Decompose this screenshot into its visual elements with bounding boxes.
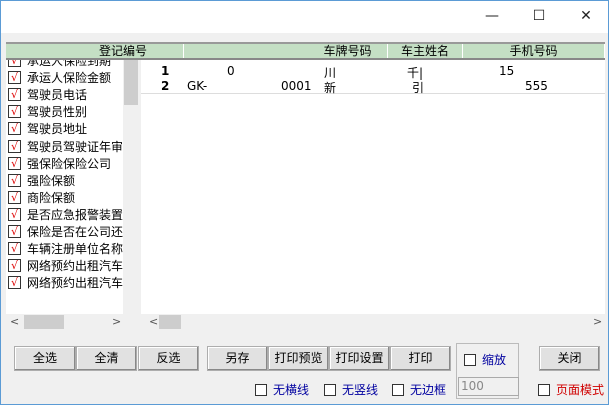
data-grid[interactable]: 1 0 川 千| 15 2 GK- 0001 新 引 555: [141, 60, 605, 314]
column-header-reg-no[interactable]: 登记编号: [6, 44, 184, 58]
scroll-thumb[interactable]: [124, 60, 138, 105]
cell-phone[interactable]: 15: [499, 64, 514, 78]
field-list-hscrollbar[interactable]: < >: [6, 314, 139, 331]
no-vlines-checkbox[interactable]: 无竖线: [324, 381, 378, 398]
checkbox-box[interactable]: [255, 383, 267, 396]
title-bar: — ☐ ✕: [1, 1, 608, 33]
no-vlines-label: 无竖线: [342, 383, 379, 397]
check-icon[interactable]: √: [8, 60, 21, 67]
field-label: 强保险保险公司: [27, 156, 112, 171]
invert-selection-button[interactable]: 反选: [138, 346, 199, 371]
field-list-vscrollbar[interactable]: [123, 60, 139, 314]
field-label: 驾驶员性别: [27, 105, 88, 120]
check-icon[interactable]: √: [8, 88, 21, 102]
grid-hscrollbar[interactable]: < >: [143, 314, 605, 331]
field-label: 承运人保险金额: [27, 71, 112, 86]
zoom-checkbox[interactable]: 缩放: [464, 351, 506, 368]
check-icon[interactable]: √: [8, 122, 21, 136]
check-icon[interactable]: √: [8, 207, 21, 221]
maximize-button[interactable]: ☐: [516, 1, 562, 31]
field-label: 商险保额: [27, 190, 76, 205]
field-list-item[interactable]: √ 强保险保险公司: [8, 155, 111, 172]
field-list-item[interactable]: √ 驾驶员地址: [8, 120, 87, 137]
check-icon[interactable]: √: [8, 139, 21, 153]
field-list-item[interactable]: √ 保险是否在公司还: [8, 223, 123, 240]
check-icon[interactable]: √: [8, 259, 21, 273]
scroll-left-icon[interactable]: <: [149, 315, 158, 328]
checkbox-box[interactable]: [464, 353, 476, 366]
field-label: 驾驶员电话: [27, 88, 88, 103]
scroll-thumb[interactable]: [159, 315, 181, 329]
field-list-item[interactable]: √ 商险保额: [8, 189, 75, 206]
print-button[interactable]: 打印: [390, 346, 451, 371]
scroll-right-icon[interactable]: >: [593, 315, 602, 328]
scroll-right-icon[interactable]: >: [112, 315, 121, 328]
check-icon[interactable]: √: [8, 105, 21, 119]
field-list-item[interactable]: √ 驾驶员性别: [8, 103, 87, 120]
checkbox-box[interactable]: [392, 383, 404, 396]
field-list-item[interactable]: √ 车辆注册单位名称: [8, 240, 123, 257]
field-label: 驾驶员地址: [27, 122, 88, 137]
field-label: 承运人保险到期: [27, 60, 112, 68]
check-icon[interactable]: √: [8, 173, 21, 187]
field-list-item[interactable]: √ 是否应急报警装置: [8, 206, 123, 223]
clear-all-button[interactable]: 全清: [76, 346, 137, 371]
select-all-button[interactable]: 全选: [14, 346, 76, 371]
field-list-item[interactable]: √ 驾驶员电话: [8, 86, 87, 103]
column-header-plate[interactable]: 车牌号码: [308, 44, 388, 58]
page-mode-label: 页面模式: [556, 383, 605, 397]
check-icon[interactable]: √: [8, 156, 21, 170]
checkbox-box[interactable]: [324, 383, 336, 396]
zoom-input[interactable]: 100: [458, 377, 519, 396]
field-label: 保险是否在公司还: [27, 225, 124, 239]
close-window-button[interactable]: ✕: [563, 1, 609, 31]
row-number: 1: [161, 64, 170, 78]
check-icon[interactable]: √: [8, 225, 21, 238]
cell-reg-no[interactable]: 0: [227, 64, 235, 78]
cell-reg-no[interactable]: 0001: [281, 79, 312, 93]
cell-phone[interactable]: 555: [525, 79, 548, 93]
check-icon[interactable]: √: [8, 276, 21, 290]
field-label: 网络预约出租汽车: [27, 259, 124, 274]
check-icon[interactable]: √: [8, 242, 21, 256]
field-list-item[interactable]: √ 网络预约出租汽车: [8, 274, 123, 291]
scroll-thumb[interactable]: [24, 315, 64, 329]
field-label: 强险保额: [27, 173, 76, 188]
no-hlines-label: 无横线: [273, 383, 310, 397]
table-row[interactable]: 1 0 川 千| 15: [141, 64, 605, 80]
field-list-item[interactable]: √ 承运人保险到期: [8, 60, 111, 69]
field-list-item[interactable]: √ 强险保额: [8, 172, 75, 189]
cell-plate[interactable]: 新: [324, 79, 336, 96]
no-border-checkbox[interactable]: 无边框: [392, 381, 446, 398]
field-label: 网络预约出租汽车: [27, 276, 124, 291]
check-icon[interactable]: √: [8, 190, 21, 204]
field-label: 驾驶员驾驶证年审: [27, 139, 124, 154]
field-list-item[interactable]: √ 承运人保险金额: [8, 69, 111, 86]
column-header-owner[interactable]: 车主姓名: [388, 44, 463, 58]
field-label: 车辆注册单位名称: [27, 242, 124, 257]
check-icon[interactable]: √: [8, 71, 21, 85]
cell-reg-prefix[interactable]: GK-: [187, 79, 207, 93]
grid-header: 登记编号 车牌号码 车主姓名 手机号码: [6, 42, 605, 60]
field-list-item[interactable]: √ 驾驶员驾驶证年审: [8, 138, 123, 155]
field-list[interactable]: √ 承运人保险到期 √ 承运人保险金额 √ 驾驶员电话 √ 驾驶员性别 √ 驾驶员地址 √ 驾驶员驾驶…: [6, 60, 139, 314]
field-list-item[interactable]: √ 网络预约出租汽车: [8, 257, 123, 274]
no-border-label: 无边框: [410, 383, 447, 397]
column-header-phone[interactable]: 手机号码: [463, 44, 605, 58]
zoom-label: 缩放: [482, 353, 507, 367]
field-label: 是否应急报警装置: [27, 207, 124, 222]
print-setup-button[interactable]: 打印设置: [329, 346, 390, 371]
checkbox-box[interactable]: [538, 383, 550, 396]
no-hlines-checkbox[interactable]: 无横线: [255, 381, 309, 398]
scroll-left-icon[interactable]: <: [10, 315, 19, 328]
row-number: 2: [161, 79, 170, 93]
cell-owner[interactable]: 引: [412, 79, 424, 96]
page-mode-checkbox[interactable]: 页面模式: [538, 381, 604, 398]
print-preview-button[interactable]: 打印预览: [268, 346, 329, 371]
minimize-button[interactable]: —: [469, 1, 515, 31]
save-as-button[interactable]: 另存: [207, 346, 268, 371]
table-row[interactable]: 2 GK- 0001 新 引 555: [141, 79, 605, 96]
close-button[interactable]: 关闭: [539, 346, 600, 371]
